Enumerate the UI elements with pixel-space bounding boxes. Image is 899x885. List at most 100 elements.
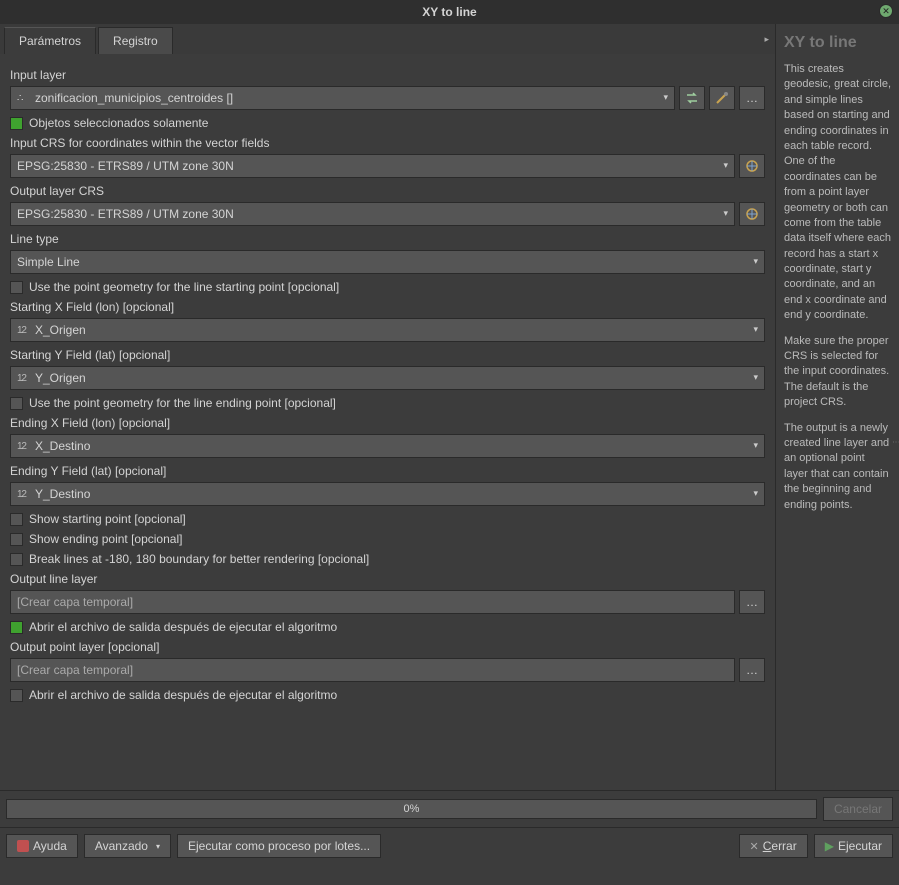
content-area: Parámetros Registro ▸ Input layer ∴ zoni… [0, 24, 899, 790]
end-x-value: X_Destino [35, 439, 90, 453]
field-icon: 1.2 [17, 325, 31, 336]
label-open-after-2: Abrir el archivo de salida después de ej… [29, 688, 337, 702]
chevron-down-icon: ▾ [156, 842, 160, 851]
crs-picker-button[interactable] [739, 154, 765, 178]
progress-bar: 0% [6, 799, 817, 819]
cerrar-label: Cerrar [763, 839, 797, 853]
tab-parametros[interactable]: Parámetros [4, 27, 96, 54]
chevron-down-icon: ▾ [753, 324, 758, 335]
close-icon[interactable]: ✕ [879, 4, 893, 18]
checkbox-selected-only[interactable] [10, 117, 23, 130]
browse-output-point-button[interactable]: … [739, 658, 765, 682]
input-layer-select[interactable]: ∴ zonificacion_municipios_centroides [] … [10, 86, 675, 110]
label-start-x: Starting X Field (lon) [opcional] [10, 300, 765, 314]
checkbox-show-start[interactable] [10, 513, 23, 526]
help-pane: XY to line This creates geodesic, great … [775, 24, 899, 790]
label-show-end: Show ending point [opcional] [29, 532, 182, 546]
help-paragraph-2: Make sure the proper CRS is selected for… [784, 334, 891, 411]
progress-row: 0% Cancelar [0, 790, 899, 827]
label-start-y: Starting Y Field (lat) [opcional] [10, 348, 765, 362]
field-icon: 1.2 [17, 441, 31, 452]
label-open-after-1: Abrir el archivo de salida después de ej… [29, 620, 337, 634]
crs-picker-button[interactable] [739, 202, 765, 226]
field-icon: 1.2 [17, 489, 31, 500]
splitter-handle[interactable]: ⋮ [893, 0, 899, 885]
output-line-placeholder: [Crear capa temporal] [17, 595, 133, 609]
chevron-down-icon: ▾ [753, 256, 758, 267]
left-pane: Parámetros Registro ▸ Input layer ∴ zoni… [0, 24, 775, 790]
start-y-select[interactable]: 1.2 Y_Origen ▾ [10, 366, 765, 390]
label-output-crs: Output layer CRS [10, 184, 765, 198]
help-paragraph-1: This creates geodesic, great circle, and… [784, 62, 891, 324]
label-input-crs: Input CRS for coordinates within the vec… [10, 136, 765, 150]
label-selected-only: Objetos seleccionados solamente [29, 116, 208, 130]
output-crs-value: EPSG:25830 - ETRS89 / UTM zone 30N [17, 207, 234, 221]
chevron-down-icon: ▾ [723, 208, 728, 219]
help-title: XY to line [784, 34, 891, 52]
chevron-down-icon: ▾ [753, 372, 758, 383]
checkbox-open-after-2[interactable] [10, 689, 23, 702]
output-point-input[interactable]: [Crear capa temporal] [10, 658, 735, 682]
label-end-y: Ending Y Field (lat) [opcional] [10, 464, 765, 478]
cerrar-button[interactable]: ✕ Cerrar [739, 834, 808, 858]
label-input-layer: Input layer [10, 68, 765, 82]
progress-text: 0% [404, 803, 420, 815]
point-layer-icon: ∴ [17, 93, 31, 104]
label-output-line: Output line layer [10, 572, 765, 586]
label-use-start-geom: Use the point geometry for the line star… [29, 280, 339, 294]
label-end-x: Ending X Field (lon) [opcional] [10, 416, 765, 430]
output-crs-select[interactable]: EPSG:25830 - ETRS89 / UTM zone 30N ▾ [10, 202, 735, 226]
label-output-point: Output point layer [opcional] [10, 640, 765, 654]
collapse-icon[interactable]: ▸ [764, 34, 769, 45]
label-use-end-geom: Use the point geometry for the line endi… [29, 396, 336, 410]
checkbox-use-end-geom[interactable] [10, 397, 23, 410]
close-x-icon: ✕ [750, 840, 759, 853]
browse-output-line-button[interactable]: … [739, 590, 765, 614]
end-y-value: Y_Destino [35, 487, 90, 501]
start-y-value: Y_Origen [35, 371, 86, 385]
label-line-type: Line type [10, 232, 765, 246]
advanced-options-button[interactable] [709, 86, 735, 110]
tab-registro[interactable]: Registro [98, 27, 173, 54]
checkbox-open-after-1[interactable] [10, 621, 23, 634]
chevron-down-icon: ▾ [663, 92, 668, 103]
input-layer-value: zonificacion_municipios_centroides [] [35, 91, 233, 105]
form-scroll[interactable]: Input layer ∴ zonificacion_municipios_ce… [0, 54, 775, 790]
chevron-down-icon: ▾ [753, 488, 758, 499]
tab-bar: Parámetros Registro ▸ [0, 24, 775, 54]
cancelar-button[interactable]: Cancelar [823, 797, 893, 821]
input-crs-value: EPSG:25830 - ETRS89 / UTM zone 30N [17, 159, 234, 173]
checkbox-show-end[interactable] [10, 533, 23, 546]
start-x-value: X_Origen [35, 323, 86, 337]
ayuda-label: Ayuda [33, 839, 67, 853]
output-point-placeholder: [Crear capa temporal] [17, 663, 133, 677]
line-type-value: Simple Line [17, 255, 80, 269]
title-bar: XY to line ✕ [0, 0, 899, 24]
run-icon: ▶ [825, 839, 834, 853]
end-y-select[interactable]: 1.2 Y_Destino ▾ [10, 482, 765, 506]
label-break-lines: Break lines at -180, 180 boundary for be… [29, 552, 369, 566]
output-line-input[interactable]: [Crear capa temporal] [10, 590, 735, 614]
help-paragraph-3: The output is a newly created line layer… [784, 421, 891, 513]
help-icon [17, 840, 29, 852]
line-type-select[interactable]: Simple Line ▾ [10, 250, 765, 274]
label-show-start: Show starting point [opcional] [29, 512, 186, 526]
chevron-down-icon: ▾ [753, 440, 758, 451]
chevron-down-icon: ▾ [723, 160, 728, 171]
input-crs-select[interactable]: EPSG:25830 - ETRS89 / UTM zone 30N ▾ [10, 154, 735, 178]
ayuda-button[interactable]: Ayuda [6, 834, 78, 858]
ejecutar-label: Ejecutar [838, 839, 882, 853]
field-icon: 1.2 [17, 373, 31, 384]
batch-button[interactable]: Ejecutar como proceso por lotes... [177, 834, 381, 858]
avanzado-label: Avanzado [95, 839, 148, 853]
checkbox-break-lines[interactable] [10, 553, 23, 566]
checkbox-use-start-geom[interactable] [10, 281, 23, 294]
avanzado-button[interactable]: Avanzado ▾ [84, 834, 171, 858]
browse-button[interactable]: … [739, 86, 765, 110]
ejecutar-button[interactable]: ▶ Ejecutar [814, 834, 893, 858]
end-x-select[interactable]: 1.2 X_Destino ▾ [10, 434, 765, 458]
bottom-bar: Ayuda Avanzado ▾ Ejecutar como proceso p… [0, 827, 899, 864]
window-title: XY to line [422, 5, 476, 19]
iterate-button[interactable] [679, 86, 705, 110]
start-x-select[interactable]: 1.2 X_Origen ▾ [10, 318, 765, 342]
